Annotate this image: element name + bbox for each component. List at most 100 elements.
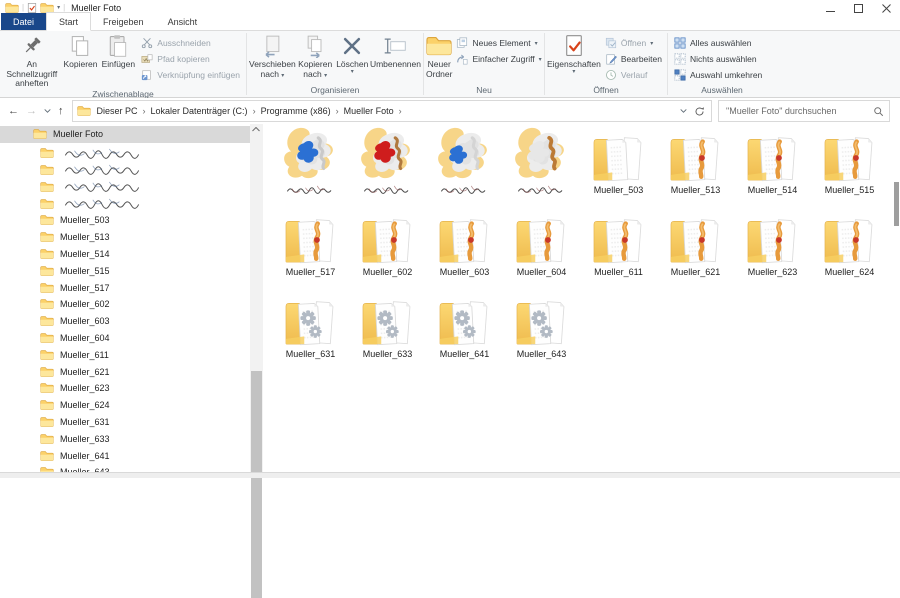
forward-button[interactable]: → xyxy=(26,105,37,117)
history-button[interactable]: Verlauf xyxy=(601,67,666,83)
refresh-icon[interactable] xyxy=(694,106,705,117)
address-history-dropdown-icon[interactable] xyxy=(680,109,687,113)
open-button[interactable]: Öffnen ▾ xyxy=(601,35,666,51)
breadcrumb: Dieser PC › Lokaler Datenträger (C:) › P… xyxy=(95,106,405,116)
properties-quick-icon[interactable] xyxy=(27,2,37,13)
sidebar-folder-item[interactable] xyxy=(0,178,250,195)
sidebar-folder-item[interactable]: Mueller_514 xyxy=(0,246,250,263)
rename-button[interactable]: Umbenennen xyxy=(370,32,421,70)
sidebar-folder-item[interactable] xyxy=(0,195,250,212)
sidebar-folder-item[interactable]: Mueller_631 xyxy=(0,414,250,431)
paste-button[interactable]: Einfügen xyxy=(99,32,137,70)
folder-item[interactable]: Mueller_503 xyxy=(580,127,657,205)
recent-locations-dropdown-icon[interactable] xyxy=(44,109,51,113)
edit-icon xyxy=(606,54,617,65)
breadcrumb-item[interactable]: Programme (x86) xyxy=(259,106,333,116)
search-icon[interactable] xyxy=(873,106,884,117)
copy-path-button[interactable]: Pfad kopieren xyxy=(137,51,244,67)
sidebar-folder-item[interactable]: Mueller_621 xyxy=(0,363,250,380)
tab-datei[interactable]: Datei xyxy=(1,13,47,30)
address-bar: ← → ↑ Dieser PC › Lokaler Datenträger (C… xyxy=(0,98,900,125)
folder-item[interactable]: Mueller_611 xyxy=(580,209,657,287)
folder-item-label: Mueller_604 xyxy=(516,267,567,277)
sidebar-folder-item[interactable] xyxy=(0,162,250,179)
select-all-button[interactable]: Alles auswählen xyxy=(670,35,766,51)
folder-item[interactable]: Mueller_517 xyxy=(272,209,349,287)
folder-item[interactable]: Mueller_624 xyxy=(811,209,888,287)
easy-access-button[interactable]: Einfacher Zugriff ▾ xyxy=(452,51,545,67)
scrollbar-thumb[interactable] xyxy=(251,371,262,598)
address-field[interactable]: Dieser PC › Lokaler Datenträger (C:) › P… xyxy=(71,100,712,122)
new-folder-button[interactable]: Neuer Ordner xyxy=(426,32,452,79)
cut-button[interactable]: Ausschneiden xyxy=(137,35,244,51)
sidebar-folder-item[interactable]: Mueller_603 xyxy=(0,313,250,330)
folder-icon xyxy=(823,127,877,183)
sidebar-folder-item[interactable]: Mueller_604 xyxy=(0,330,250,347)
sidebar-folder-item[interactable]: Mueller_513 xyxy=(0,229,250,246)
sidebar-folder-item[interactable]: Mueller_633 xyxy=(0,430,250,447)
folder-item-label: Mueller_633 xyxy=(362,349,413,359)
breadcrumb-item[interactable]: Lokaler Datenträger (C:) xyxy=(149,106,250,116)
folder-item[interactable]: Mueller_514 xyxy=(734,127,811,205)
sidebar-folder-item[interactable]: Mueller_624 xyxy=(0,397,250,414)
sidebar-folder-item[interactable]: Mueller_623 xyxy=(0,380,250,397)
tab-freigeben[interactable]: Freigeben xyxy=(91,13,156,30)
copy-to-button[interactable]: Kopieren nach ▾ xyxy=(296,32,335,81)
back-button[interactable]: ← xyxy=(8,105,19,117)
folder-item[interactable]: Mueller_602 xyxy=(349,209,426,287)
folder-item[interactable] xyxy=(426,127,503,205)
folder-item[interactable] xyxy=(349,127,426,205)
sidebar-scrollbar[interactable] xyxy=(250,124,263,598)
move-to-button[interactable]: Verschieben nach ▾ xyxy=(249,32,296,81)
up-button[interactable]: ↑ xyxy=(58,105,64,117)
folder-item[interactable]: Mueller_623 xyxy=(734,209,811,287)
sidebar-folder-item[interactable]: Mueller_602 xyxy=(0,296,250,313)
sidebar-folder-item[interactable]: Mueller_611 xyxy=(0,346,250,363)
properties-button[interactable]: Eigenschaften ▾ xyxy=(547,32,601,75)
folder-item[interactable] xyxy=(272,127,349,205)
folder-item[interactable]: Mueller_515 xyxy=(811,127,888,205)
breadcrumb-separator-icon: › xyxy=(398,106,402,116)
sidebar-folder-item[interactable]: Mueller_517 xyxy=(0,279,250,296)
folder-item[interactable]: Mueller_604 xyxy=(503,209,580,287)
new-item-button[interactable]: Neues Element ▾ xyxy=(452,35,545,51)
content-scrollbar-thumb[interactable] xyxy=(894,182,899,226)
ribbon-group-clipboard: An Schnellzugriff anheften Kopieren Einf… xyxy=(0,31,246,99)
folder-icon xyxy=(436,127,494,183)
folder-item[interactable]: Mueller_631 xyxy=(272,291,349,369)
scroll-up-icon[interactable] xyxy=(252,127,260,132)
dropdown-arrow-icon: ▾ xyxy=(534,40,538,47)
maximize-button[interactable] xyxy=(844,0,872,16)
copy-label: Kopieren xyxy=(63,59,98,69)
delete-button[interactable]: Löschen ▾ xyxy=(335,32,370,75)
ribbon-group-open: Eigenschaften ▾ Öffnen ▾ Bearbeiten Verl… xyxy=(545,31,667,97)
sidebar-folder-item[interactable] xyxy=(0,145,250,162)
sidebar-folder-item[interactable]: Mueller_503 xyxy=(0,212,250,229)
tab-start[interactable]: Start xyxy=(46,12,92,31)
folder-item[interactable]: Mueller_621 xyxy=(657,209,734,287)
folder-item[interactable]: Mueller_643 xyxy=(503,291,580,369)
folder-item[interactable]: Mueller_603 xyxy=(426,209,503,287)
folder-item[interactable]: Mueller_513 xyxy=(657,127,734,205)
invert-selection-button[interactable]: Auswahl umkehren xyxy=(670,67,766,83)
folder-item[interactable]: Mueller_641 xyxy=(426,291,503,369)
customize-qat-dropdown-icon[interactable]: ▾ xyxy=(57,4,60,11)
folder-item[interactable]: Mueller_633 xyxy=(349,291,426,369)
copy-button[interactable]: Kopieren xyxy=(62,32,100,70)
tab-ansicht[interactable]: Ansicht xyxy=(156,13,210,30)
minimize-button[interactable] xyxy=(816,0,844,16)
breadcrumb-item[interactable]: Dieser PC xyxy=(95,106,140,116)
folder-item[interactable] xyxy=(503,127,580,205)
sidebar-folder-item[interactable]: Mueller_641 xyxy=(0,447,250,464)
search-box[interactable] xyxy=(718,100,890,122)
breadcrumb-item[interactable]: Mueller Foto xyxy=(342,106,396,116)
location-folder-icon xyxy=(76,106,91,116)
close-button[interactable] xyxy=(872,0,900,16)
paste-shortcut-button[interactable]: Verknüpfung einfügen xyxy=(137,67,244,83)
select-none-button[interactable]: Nichts auswählen xyxy=(670,51,766,67)
sidebar-folder-item[interactable]: Mueller_515 xyxy=(0,262,250,279)
search-input[interactable] xyxy=(724,105,873,117)
edit-button[interactable]: Bearbeiten xyxy=(601,51,666,67)
pin-to-quick-access-button[interactable]: An Schnellzugriff anheften xyxy=(2,32,62,89)
sidebar-root-folder[interactable]: Mueller Foto xyxy=(0,126,250,143)
